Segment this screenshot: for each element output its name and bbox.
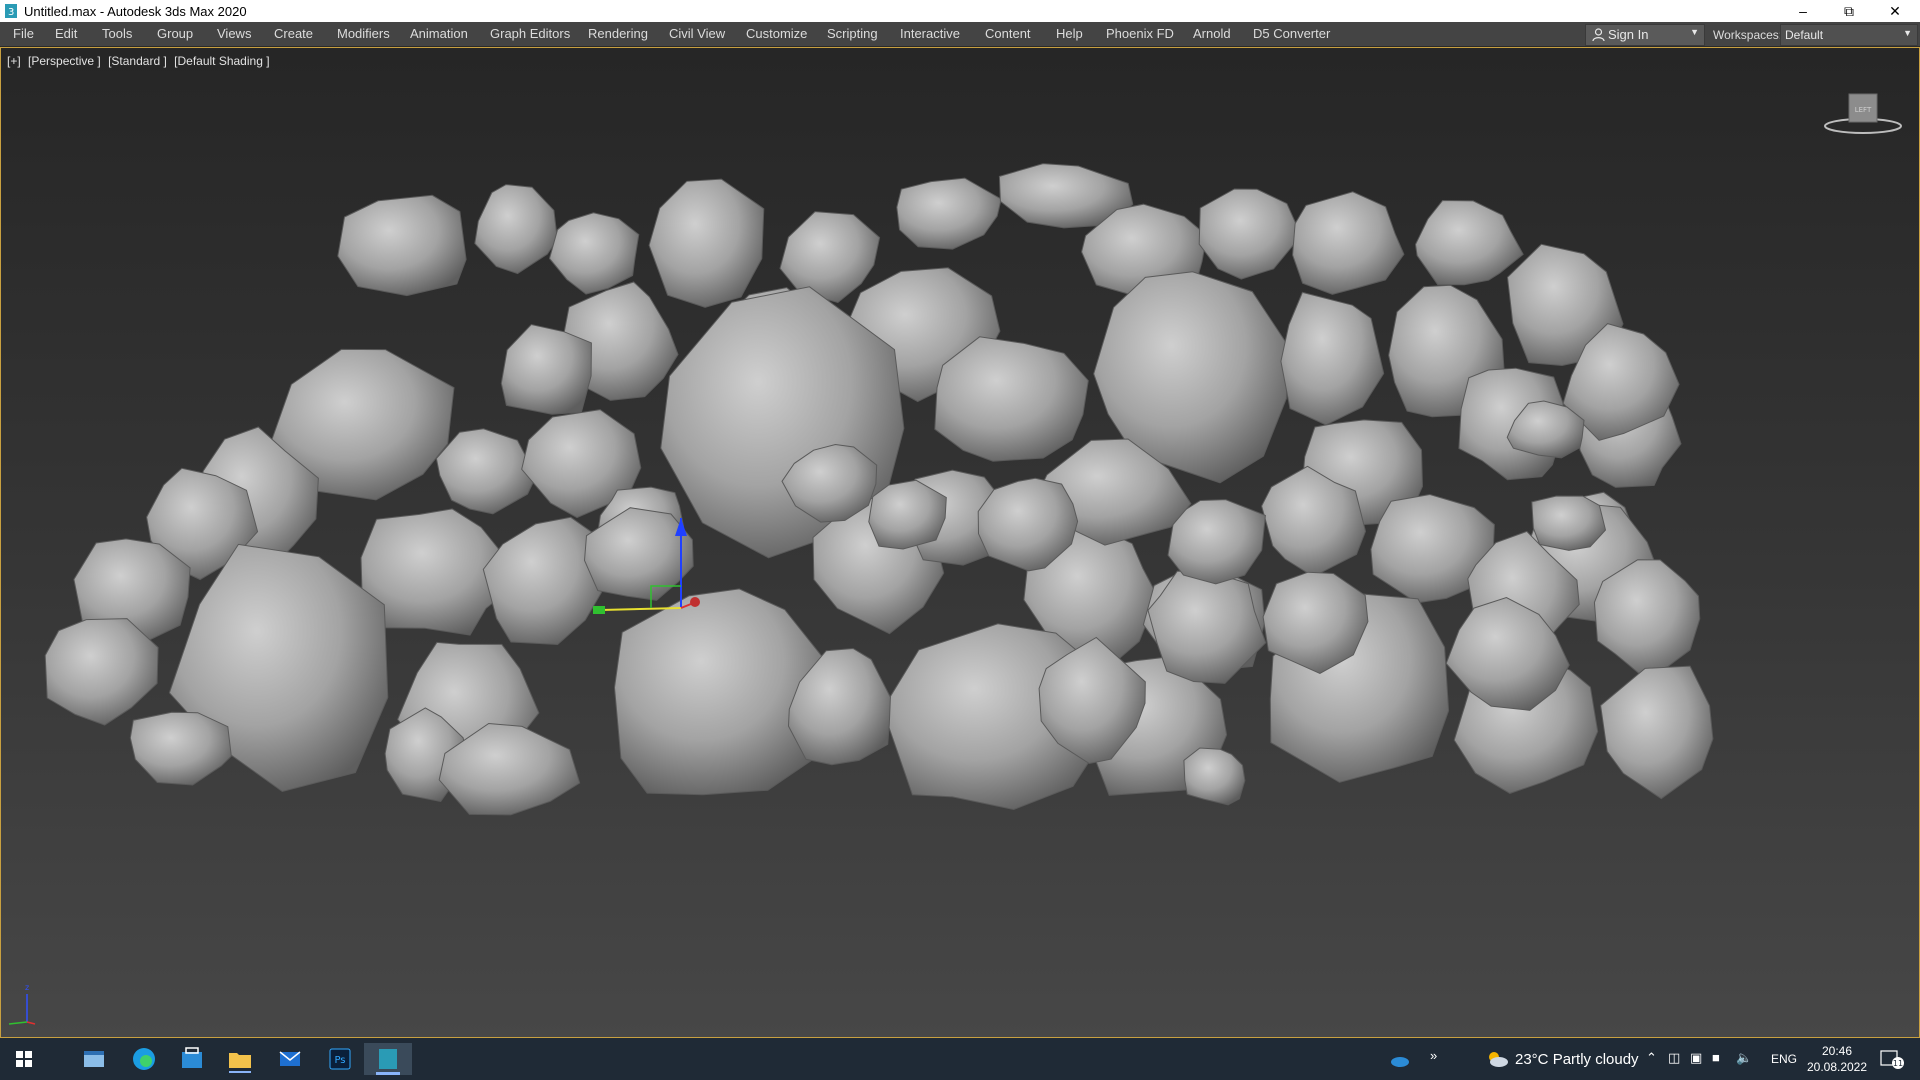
photoshop-label: Ps: [334, 1055, 345, 1066]
workspaces-label: Workspaces:: [1713, 28, 1783, 42]
rock[interactable]: [1414, 199, 1524, 286]
sign-in-label: Sign In: [1608, 27, 1649, 42]
rock[interactable]: [1280, 291, 1385, 426]
title-bar: 3 Untitled.max - Autodesk 3ds Max 2020 –…: [0, 0, 1920, 22]
gizmo-x-handle[interactable]: [690, 597, 700, 607]
restore-icon[interactable]: ⧉: [1826, 0, 1872, 22]
folder-icon[interactable]: [216, 1043, 264, 1075]
menu-rendering[interactable]: Rendering: [588, 26, 648, 41]
3dsmax-app-icon: 3: [5, 4, 17, 18]
rock-pile[interactable]: [1, 48, 1919, 1037]
network-icon[interactable]: ■: [1712, 1050, 1720, 1065]
menu-customize[interactable]: Customize: [746, 26, 807, 41]
rock[interactable]: [868, 479, 947, 550]
menu-help[interactable]: Help: [1056, 26, 1083, 41]
rock[interactable]: [1183, 747, 1246, 806]
viewcube[interactable]: LEFT: [1823, 88, 1903, 138]
menu-civil-view[interactable]: Civil View: [669, 26, 725, 41]
rock[interactable]: [896, 177, 1002, 250]
minimize-icon[interactable]: –: [1780, 0, 1826, 22]
gizmo-y-handle[interactable]: [593, 606, 605, 614]
menu-content[interactable]: Content: [985, 26, 1031, 41]
menu-interactive[interactable]: Interactive: [900, 26, 960, 41]
rock[interactable]: [435, 428, 536, 515]
viewcube-face-label: LEFT: [1855, 106, 1872, 114]
rock[interactable]: [129, 711, 232, 786]
user-icon: [1592, 28, 1605, 42]
menu-tools[interactable]: Tools: [102, 26, 132, 41]
workspaces-value: Default: [1785, 28, 1824, 42]
rock[interactable]: [779, 211, 881, 304]
rock[interactable]: [648, 178, 765, 308]
axis-tripod: z: [8, 983, 36, 1025]
rock[interactable]: [500, 323, 592, 415]
volume-icon[interactable]: 🔈: [1736, 1050, 1752, 1066]
partly-cloudy-icon: [1489, 1052, 1508, 1067]
menu-arnold[interactable]: Arnold: [1193, 26, 1231, 41]
weather-temp: 23°C: [1515, 1051, 1549, 1068]
rocks-mesh[interactable]: [44, 163, 1714, 816]
rock[interactable]: [934, 336, 1089, 462]
rock[interactable]: [1593, 559, 1701, 677]
notification-count: 11: [1893, 1059, 1903, 1068]
menu-group[interactable]: Group: [157, 26, 193, 41]
rock[interactable]: [337, 194, 467, 297]
notification-center-icon[interactable]: 11: [1878, 1048, 1906, 1070]
onedrive-icon[interactable]: [1385, 1050, 1415, 1070]
menu-edit[interactable]: Edit: [55, 26, 77, 41]
rock[interactable]: [1198, 188, 1302, 280]
chevron-down-icon: ▼: [1690, 27, 1699, 37]
rock[interactable]: [1531, 495, 1607, 551]
window-title: Untitled.max - Autodesk 3ds Max 2020: [24, 4, 247, 19]
3dsmax-icon[interactable]: [364, 1043, 412, 1075]
axis-z-label: z: [25, 983, 29, 992]
device-icon[interactable]: ◫: [1668, 1050, 1680, 1066]
perspective-viewport[interactable]: [+] [Perspective ] [Standard ] [Default …: [0, 47, 1920, 1038]
weather-condition: Partly cloudy: [1552, 1051, 1639, 1068]
close-icon[interactable]: ✕: [1872, 0, 1918, 22]
menu-graph-editors[interactable]: Graph Editors: [490, 26, 570, 41]
menu-create[interactable]: Create: [274, 26, 313, 41]
chevron-right-icon[interactable]: »: [1430, 1048, 1437, 1063]
language-indicator[interactable]: ENG: [1771, 1052, 1797, 1066]
security-icon[interactable]: ▣: [1690, 1050, 1702, 1066]
store-icon[interactable]: [168, 1043, 216, 1075]
weather-text: 23°C Partly cloudy: [1515, 1051, 1639, 1068]
menu-scripting[interactable]: Scripting: [827, 26, 878, 41]
menu-phoenix-fd[interactable]: Phoenix FD: [1106, 26, 1174, 41]
rock[interactable]: [44, 618, 159, 726]
menu-animation[interactable]: Animation: [410, 26, 468, 41]
menu-modifiers[interactable]: Modifiers: [337, 26, 390, 41]
rock[interactable]: [474, 184, 558, 275]
edge-icon[interactable]: [120, 1043, 168, 1075]
clock-time: 20:46: [1821, 1044, 1853, 1058]
svg-text:3: 3: [8, 7, 14, 18]
chevron-up-icon[interactable]: ⌃: [1646, 1050, 1657, 1066]
menu-d5-converter[interactable]: D5 Converter: [1253, 26, 1330, 41]
windows-start-icon[interactable]: [0, 1043, 48, 1075]
menu-file[interactable]: File: [13, 26, 34, 41]
mail-icon[interactable]: [266, 1043, 314, 1075]
workspaces-dropdown[interactable]: Default ▼: [1780, 24, 1918, 46]
chevron-down-icon: ▼: [1903, 28, 1912, 38]
clock-date: 20.08.2022: [1806, 1060, 1868, 1074]
rock[interactable]: [548, 212, 640, 295]
sign-in-button[interactable]: Sign In ▼: [1585, 24, 1705, 46]
rock[interactable]: [1600, 665, 1714, 800]
rock[interactable]: [1292, 191, 1405, 295]
clock[interactable]: 20:46 20.08.2022: [1806, 1043, 1868, 1075]
file-explorer-icon[interactable]: [70, 1043, 118, 1075]
menu-views[interactable]: Views: [217, 26, 251, 41]
windows-taskbar: Ps » 23°C Partly cloudy ⌃ ◫ ▣ ■ 🔈 ENG 20…: [0, 1038, 1920, 1080]
photoshop-icon[interactable]: Ps: [316, 1043, 364, 1075]
